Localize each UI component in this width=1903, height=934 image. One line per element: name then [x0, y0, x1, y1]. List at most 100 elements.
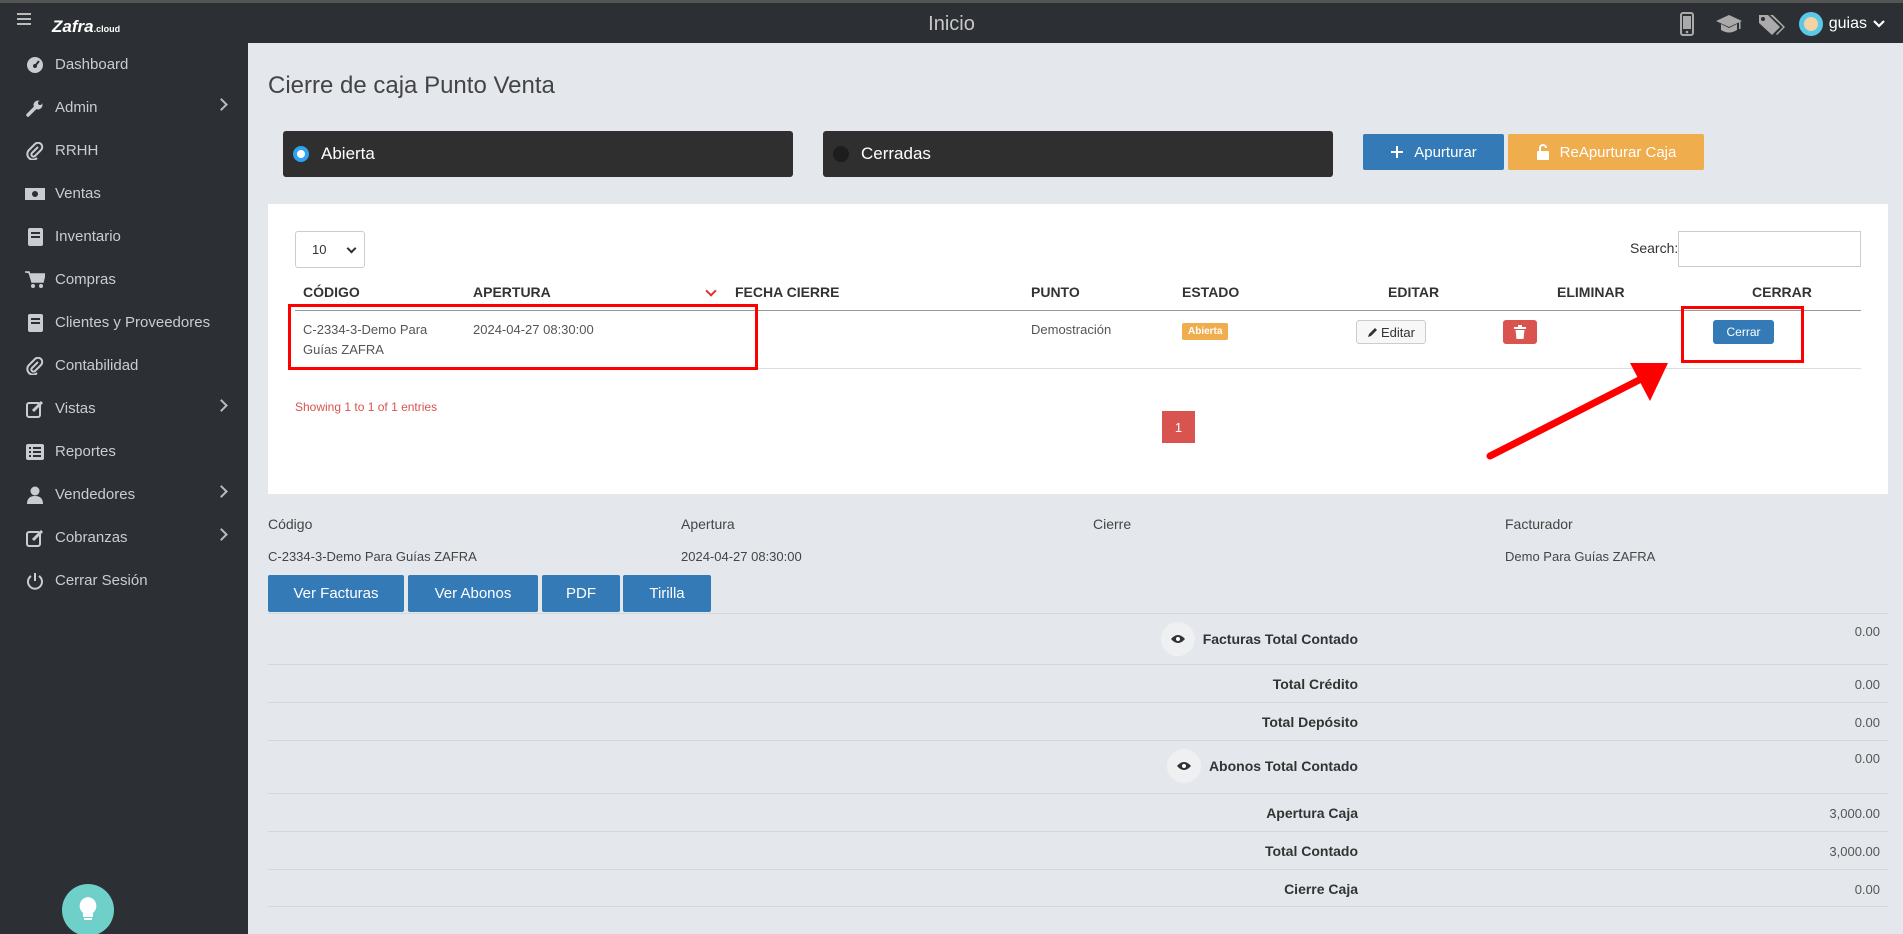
- sidebar-item-cerrar-sesion[interactable]: Cerrar Sesión: [0, 559, 248, 602]
- sidebar-item-dashboard[interactable]: Dashboard: [0, 43, 248, 86]
- filter-abierta[interactable]: Abierta: [283, 131, 793, 177]
- total-row: Facturas Total Contado 0.00: [268, 613, 1888, 664]
- paperclip-icon: [25, 141, 45, 160]
- column-header-eliminar[interactable]: ELIMINAR: [1557, 284, 1625, 300]
- sidebar-item-label: Contabilidad: [55, 357, 139, 374]
- button-label: ReApurturar Caja: [1559, 143, 1677, 161]
- paperclip-icon: [25, 356, 45, 375]
- total-row: Total Contado 3,000.00: [268, 831, 1888, 869]
- total-row: Abonos Total Contado 0.00: [268, 740, 1888, 793]
- column-header-punto[interactable]: PUNTO: [1031, 284, 1080, 300]
- header-actions: guias: [1673, 11, 1885, 37]
- highlight-box-row: [288, 304, 758, 370]
- chevron-right-icon: [215, 98, 228, 111]
- chevron-down-icon: [346, 243, 357, 254]
- dashboard-icon: [25, 56, 45, 74]
- wrench-icon: [25, 99, 45, 117]
- sidebar-item-label: Reportes: [55, 443, 116, 460]
- tirilla-button[interactable]: Tirilla: [623, 575, 711, 612]
- total-value: 0.00: [1854, 882, 1880, 897]
- eye-icon[interactable]: [1160, 622, 1195, 656]
- total-label: Total Depósito: [1261, 714, 1358, 730]
- column-header-cerrar[interactable]: CERRAR: [1752, 284, 1812, 300]
- total-label: Apertura Caja: [1266, 805, 1358, 821]
- apurturar-button[interactable]: Apurturar: [1363, 134, 1504, 170]
- eye-icon[interactable]: [1166, 749, 1201, 783]
- table-info: Showing 1 to 1 of 1 entries: [295, 400, 438, 414]
- column-header-codigo[interactable]: CÓDIGO: [303, 284, 360, 300]
- column-header-apertura[interactable]: APERTURA: [473, 284, 551, 300]
- sidebar-item-ventas[interactable]: Ventas: [0, 172, 248, 215]
- sidebar-item-contabilidad[interactable]: Contabilidad: [0, 344, 248, 387]
- total-value: 3,000.00: [1829, 806, 1880, 821]
- sidebar-item-label: Cerrar Sesión: [55, 572, 148, 589]
- sidebar-item-label: Clientes y Proveedores: [55, 314, 211, 331]
- edit-button[interactable]: Editar: [1356, 320, 1426, 344]
- pdf-button[interactable]: PDF: [542, 575, 620, 612]
- column-header-fecha-cierre[interactable]: FECHA CIERRE: [735, 284, 840, 300]
- ver-abonos-button[interactable]: Ver Abonos: [408, 575, 538, 612]
- user-icon: [25, 486, 45, 504]
- sidebar-item-rrhh[interactable]: RRHH: [0, 129, 248, 172]
- detail-value-codigo: C-2334-3-Demo Para Guías ZAFRA: [268, 549, 477, 564]
- sidebar-item-vistas[interactable]: Vistas: [0, 387, 248, 430]
- total-value: 0.00: [1854, 751, 1880, 766]
- filter-label: Cerradas: [861, 144, 931, 163]
- search-input[interactable]: [1678, 231, 1861, 267]
- graduation-cap-icon[interactable]: [1715, 11, 1743, 37]
- radio-unchecked-icon[interactable]: [833, 146, 849, 162]
- ver-facturas-button[interactable]: Ver Facturas: [268, 575, 404, 612]
- sidebar-item-admin[interactable]: Admin: [0, 86, 248, 129]
- column-header-estado[interactable]: ESTADO: [1182, 284, 1239, 300]
- user-menu[interactable]: guias: [1798, 12, 1885, 36]
- total-label: Total Contado: [1264, 843, 1358, 859]
- column-header-editar[interactable]: EDITAR: [1388, 284, 1439, 300]
- mobile-icon[interactable]: [1673, 11, 1701, 37]
- page-header-title: Inicio: [928, 13, 975, 35]
- total-value: 0.00: [1854, 715, 1880, 730]
- reapurturar-button[interactable]: ReApurturar Caja: [1508, 134, 1704, 170]
- sidebar-item-label: Vendedores: [55, 486, 136, 503]
- chevron-right-icon: [215, 399, 228, 412]
- radio-checked-icon[interactable]: [293, 146, 309, 162]
- total-row: Apertura Caja 3,000.00: [268, 793, 1888, 831]
- sidebar-item-vendedores[interactable]: Vendedores: [0, 473, 248, 516]
- filter-label: Abierta: [321, 144, 375, 163]
- total-row: Total Crédito 0.00: [268, 664, 1888, 702]
- sidebar-item-compras[interactable]: Compras: [0, 258, 248, 301]
- pagination-page[interactable]: 1: [1162, 411, 1195, 443]
- page-length-select[interactable]: 10: [295, 231, 365, 268]
- lightbulb-icon[interactable]: [62, 884, 114, 934]
- total-row: Total Depósito 0.00: [268, 702, 1888, 740]
- filter-cerradas[interactable]: Cerradas: [823, 131, 1333, 177]
- chevron-down-icon: [1873, 20, 1885, 28]
- sidebar-item-cobranzas[interactable]: Cobranzas: [0, 516, 248, 559]
- total-label-text: Facturas Total Contado: [1202, 631, 1358, 647]
- sidebar-item-label: Ventas: [55, 185, 101, 202]
- button-label: Editar: [1381, 324, 1415, 340]
- detail-label-cierre: Cierre: [1093, 516, 1132, 532]
- sidebar-item-clientes[interactable]: Clientes y Proveedores: [0, 301, 248, 344]
- sidebar-item-label: RRHH: [55, 142, 99, 159]
- book-icon: [25, 227, 45, 246]
- total-value: 0.00: [1854, 677, 1880, 692]
- button-label: Apurturar: [1414, 143, 1477, 161]
- edit-icon: [25, 400, 45, 418]
- cart-icon: [25, 270, 45, 289]
- chevron-right-icon: [215, 528, 228, 541]
- total-label: Cierre Caja: [1284, 881, 1358, 897]
- plus-icon: [1391, 146, 1404, 158]
- page-title: Cierre de caja Punto Venta: [268, 72, 555, 99]
- sidebar-item-label: Inventario: [55, 228, 121, 245]
- unlock-icon: [1536, 144, 1549, 160]
- page-length-value: 10: [312, 242, 327, 257]
- total-value: 0.00: [1854, 624, 1880, 639]
- total-label: Total Crédito: [1272, 676, 1358, 692]
- sidebar-item-inventario[interactable]: Inventario: [0, 215, 248, 258]
- detail-label-facturador: Facturador: [1505, 516, 1573, 532]
- power-icon: [25, 572, 45, 590]
- delete-button[interactable]: [1503, 320, 1537, 344]
- sidebar-item-reportes[interactable]: Reportes: [0, 430, 248, 473]
- detail-label-apertura: Apertura: [681, 516, 735, 532]
- tags-icon[interactable]: [1757, 11, 1785, 37]
